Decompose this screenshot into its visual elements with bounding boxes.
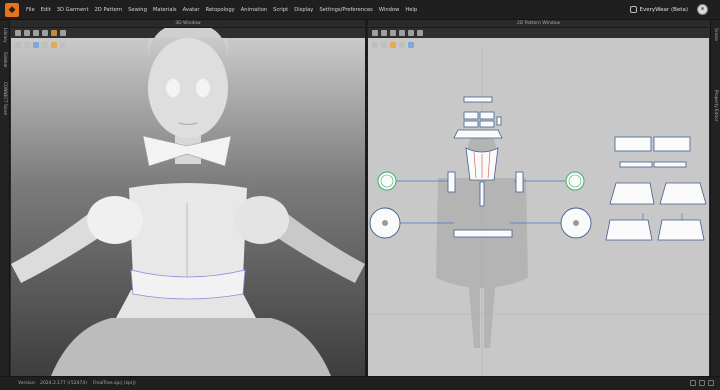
pattern-side-right[interactable] bbox=[515, 171, 524, 193]
menu-display[interactable]: Display bbox=[294, 7, 313, 13]
pattern-bow-left[interactable] bbox=[463, 111, 479, 120]
bodice bbox=[129, 183, 247, 284]
pattern-ruffle-strip-left[interactable] bbox=[619, 161, 653, 168]
pattern-skirt-panel-4[interactable] bbox=[657, 219, 705, 241]
pattern-skirt-panel-3[interactable] bbox=[605, 219, 653, 241]
tab-property-editor[interactable]: Property Editor bbox=[714, 90, 719, 121]
menu-help[interactable]: Help bbox=[405, 7, 417, 13]
brand-label[interactable]: EveryWear (Beta) bbox=[629, 6, 689, 13]
left-puff-sleeve bbox=[87, 196, 143, 244]
file-name: FinalTree.zprj (zprj) bbox=[92, 381, 136, 386]
status-icons bbox=[690, 380, 714, 386]
menu-script[interactable]: Script bbox=[273, 7, 288, 13]
status-notification-icon[interactable] bbox=[708, 380, 714, 386]
2d-pattern-scene bbox=[368, 48, 709, 376]
brand-text: EveryWear (Beta) bbox=[639, 6, 689, 13]
pattern-collar[interactable] bbox=[453, 129, 503, 139]
pattern-bow-right[interactable] bbox=[479, 111, 495, 120]
right-puff-sleeve bbox=[233, 196, 289, 244]
view3d-title-bar: 3D Window bbox=[11, 20, 365, 28]
pattern-placket[interactable] bbox=[479, 181, 485, 207]
pattern-skirt-panel-2[interactable] bbox=[659, 182, 707, 205]
skirt bbox=[51, 318, 331, 376]
pattern-skirt-top-left[interactable] bbox=[614, 136, 652, 152]
3d-scene bbox=[11, 28, 365, 376]
tab-library[interactable]: Library bbox=[3, 28, 8, 43]
avatar-head bbox=[148, 38, 228, 138]
tab-scene[interactable]: Scene bbox=[714, 28, 719, 41]
status-bar: Version: 2024.2.177 (r52474) FinalTree.z… bbox=[0, 376, 720, 390]
pattern-bow-knot[interactable] bbox=[496, 116, 502, 126]
pattern-ruffle-strip-right[interactable] bbox=[653, 161, 687, 168]
pattern-bow-tail-left[interactable] bbox=[463, 120, 479, 128]
menu-window[interactable]: Window bbox=[379, 7, 399, 13]
menu-settings[interactable]: Settings/Preferences bbox=[319, 7, 373, 13]
status-network-icon[interactable] bbox=[699, 380, 705, 386]
2d-pattern-window[interactable] bbox=[368, 28, 709, 376]
menu-sewing[interactable]: Sewing bbox=[128, 7, 147, 13]
menu-2d-pattern[interactable]: 2D Pattern bbox=[95, 7, 123, 13]
version-value: 2024.2.177 (r52474) bbox=[40, 381, 87, 386]
3d-window[interactable] bbox=[11, 28, 365, 376]
menu-retopology[interactable]: Retopology bbox=[205, 7, 234, 13]
pattern-skirt-top-right[interactable] bbox=[653, 136, 691, 152]
pattern-skirt-panel-1[interactable] bbox=[609, 182, 655, 205]
app-logo-icon: ◆ bbox=[5, 2, 19, 17]
pattern-waistband[interactable] bbox=[453, 229, 513, 238]
version-label: Version: bbox=[18, 381, 37, 386]
menu-3d-garment[interactable]: 3D Garment bbox=[57, 7, 89, 13]
menu-bar: ◆ File Edit 3D Garment 2D Pattern Sewing… bbox=[0, 0, 720, 20]
pattern-side-left[interactable] bbox=[447, 171, 456, 193]
view2d-title-bar: 2D Pattern Window bbox=[368, 20, 709, 28]
pattern-collar-band[interactable] bbox=[463, 96, 493, 103]
tab-connect-store[interactable]: CONNECT Store bbox=[3, 82, 8, 115]
app-window: ◆ File Edit 3D Garment 2D Pattern Sewing… bbox=[0, 0, 720, 390]
tab-sidebar[interactable]: Sidebar bbox=[3, 52, 8, 68]
menu-animation[interactable]: Animation bbox=[241, 7, 267, 13]
view2d-title: 2D Pattern Window bbox=[516, 21, 561, 26]
menu-materials[interactable]: Materials bbox=[153, 7, 177, 13]
status-gpu-icon[interactable] bbox=[690, 380, 696, 386]
right-sidebar-strip: Scene Property Editor bbox=[710, 20, 720, 376]
menu-file[interactable]: File bbox=[26, 7, 35, 13]
everywear-icon bbox=[629, 6, 637, 13]
view3d-title: 3D Window bbox=[175, 21, 201, 26]
user-avatar[interactable] bbox=[697, 4, 708, 15]
pattern-bow-tail-right[interactable] bbox=[479, 120, 495, 128]
menu-edit[interactable]: Edit bbox=[41, 7, 51, 13]
left-sidebar-strip: Library Sidebar CONNECT Store bbox=[0, 20, 10, 376]
menu-avatar[interactable]: Avatar bbox=[183, 7, 200, 13]
